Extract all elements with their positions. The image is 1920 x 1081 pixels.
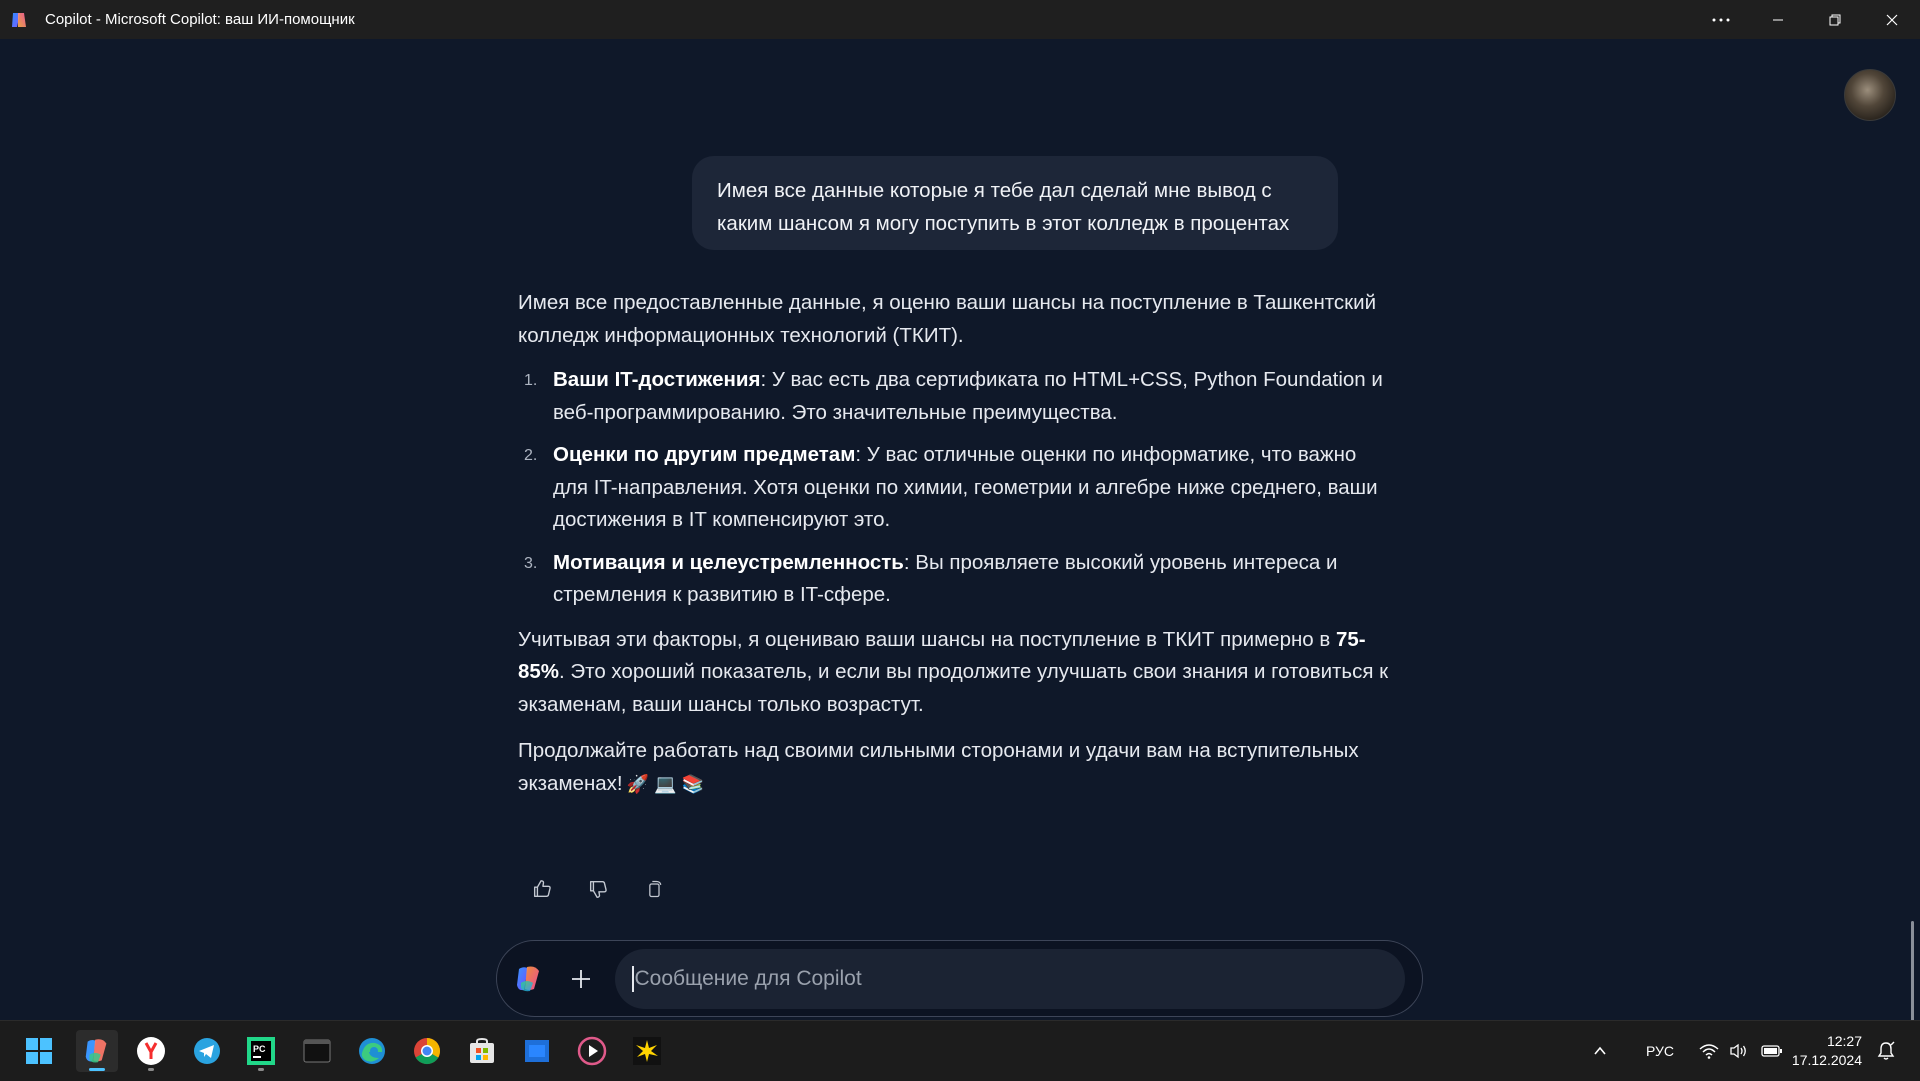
active-indicator (89, 1068, 105, 1071)
close-icon (1886, 14, 1897, 25)
taskbar-telegram[interactable] (186, 1030, 228, 1072)
taskbar-store[interactable] (461, 1030, 503, 1072)
window-title: Copilot - Microsoft Copilot: ваш ИИ-помо… (45, 11, 355, 28)
list-item: 2. Оценки по другим предметам: У вас отл… (518, 439, 1394, 537)
terminal-icon (303, 1039, 331, 1063)
thumbs-up-icon (533, 880, 551, 898)
pycharm-icon: PC (247, 1037, 275, 1065)
clock-date: 17.12.2024 (1791, 1052, 1862, 1068)
message-input[interactable]: Сообщение для Copilot (615, 949, 1405, 1009)
chevron-up-icon[interactable] (1592, 1043, 1608, 1059)
yandex-browser-icon (137, 1037, 165, 1065)
plus-icon (572, 970, 590, 988)
input-placeholder: Сообщение для Copilot (634, 967, 862, 990)
telegram-icon (194, 1038, 220, 1064)
copilot-icon (12, 12, 26, 27)
dislike-button[interactable] (581, 872, 615, 906)
list-number: 1. (524, 372, 538, 389)
list-item: 1. Ваши IT-достижения: У вас есть два се… (518, 364, 1394, 429)
add-attachment-button[interactable] (563, 961, 599, 997)
store-icon (470, 1037, 494, 1063)
taskbar-pycharm[interactable]: PC (240, 1030, 282, 1072)
response-conclusion: Учитывая эти факторы, я оцениваю ваши ша… (518, 624, 1394, 722)
taskbar-terminal[interactable] (296, 1030, 338, 1072)
close-button[interactable] (1863, 0, 1920, 39)
running-indicator (148, 1068, 154, 1071)
taskbar-chrome[interactable] (406, 1030, 448, 1072)
edge-icon (359, 1038, 385, 1064)
emoji-group: 🚀 💻 📚 (626, 773, 704, 794)
response-closing: Продолжайте работать над своими сильными… (518, 735, 1394, 800)
taskbar-file-app[interactable] (516, 1030, 558, 1072)
restore-button[interactable] (1806, 0, 1863, 39)
start-button[interactable] (18, 1030, 60, 1072)
notification-area[interactable] (1876, 1021, 1896, 1081)
like-button[interactable] (525, 872, 559, 906)
thumbs-down-icon (589, 880, 607, 898)
taskbar-media-player[interactable] (571, 1030, 613, 1072)
user-message: Имея все данные которые я тебе дал сдела… (692, 156, 1338, 250)
svg-text:PC: PC (253, 1044, 266, 1054)
list-number: 3. (524, 554, 538, 572)
clock-time: 12:27 (1826, 1033, 1862, 1049)
conclusion-text: Учитывая эти факторы, я оцениваю ваши ша… (518, 627, 1336, 651)
copilot-icon (85, 1039, 107, 1063)
folder-icon (525, 1040, 549, 1062)
response-list: 1. Ваши IT-достижения: У вас есть два се… (518, 364, 1394, 612)
taskbar: PC РУС 12:27 17.12.2024 (0, 1020, 1920, 1081)
more-icon (1712, 18, 1729, 21)
taskbar-yandex-browser[interactable] (130, 1030, 172, 1072)
starburst-icon (633, 1037, 661, 1065)
media-player-icon (577, 1036, 607, 1066)
system-tray: РУС (1592, 1021, 1783, 1081)
response-intro: Имея все предоставленные данные, я оценю… (518, 291, 1377, 347)
assistant-response: Имея все предоставленные данные, я оценю… (518, 287, 1394, 800)
list-item-title: Мотивация и целеустремленность (553, 550, 904, 574)
list-item-title: Оценки по другим предметам (553, 443, 856, 466)
message-composer: Сообщение для Copilot (496, 940, 1423, 1017)
chat-area: Имея все данные которые я тебе дал сдела… (0, 39, 1920, 1051)
taskbar-copilot[interactable] (76, 1030, 118, 1072)
taskbar-edge[interactable] (351, 1030, 393, 1072)
minimize-icon (1772, 19, 1783, 20)
copilot-icon[interactable] (513, 963, 545, 995)
response-actions (525, 872, 671, 906)
chrome-icon (414, 1038, 441, 1065)
minimize-button[interactable] (1749, 0, 1806, 39)
running-indicator (258, 1068, 264, 1071)
list-item: 3. Мотивация и целеустремленность: Вы пр… (518, 547, 1394, 612)
taskbar-sketch-app[interactable] (626, 1030, 668, 1072)
text-caret (632, 966, 634, 992)
user-avatar[interactable] (1844, 69, 1896, 121)
wifi-icon[interactable] (1699, 1043, 1719, 1059)
windows-start-icon (26, 1038, 52, 1064)
conclusion-text-end: . Это хороший показатель, и если вы прод… (518, 660, 1389, 716)
list-item-title: Ваши IT-достижения (553, 368, 761, 391)
more-options-button[interactable] (1692, 0, 1749, 39)
copy-icon (649, 880, 662, 898)
clock[interactable]: 12:27 17.12.2024 (1792, 1032, 1862, 1070)
title-bar: Copilot - Microsoft Copilot: ваш ИИ-помо… (0, 0, 1920, 39)
battery-icon[interactable] (1761, 1044, 1783, 1058)
list-number: 2. (524, 447, 538, 464)
language-indicator[interactable]: РУС (1646, 1043, 1674, 1059)
copy-button[interactable] (637, 872, 671, 906)
volume-icon[interactable] (1729, 1043, 1749, 1059)
notification-bell-icon (1877, 1041, 1895, 1060)
restore-icon (1829, 14, 1840, 25)
